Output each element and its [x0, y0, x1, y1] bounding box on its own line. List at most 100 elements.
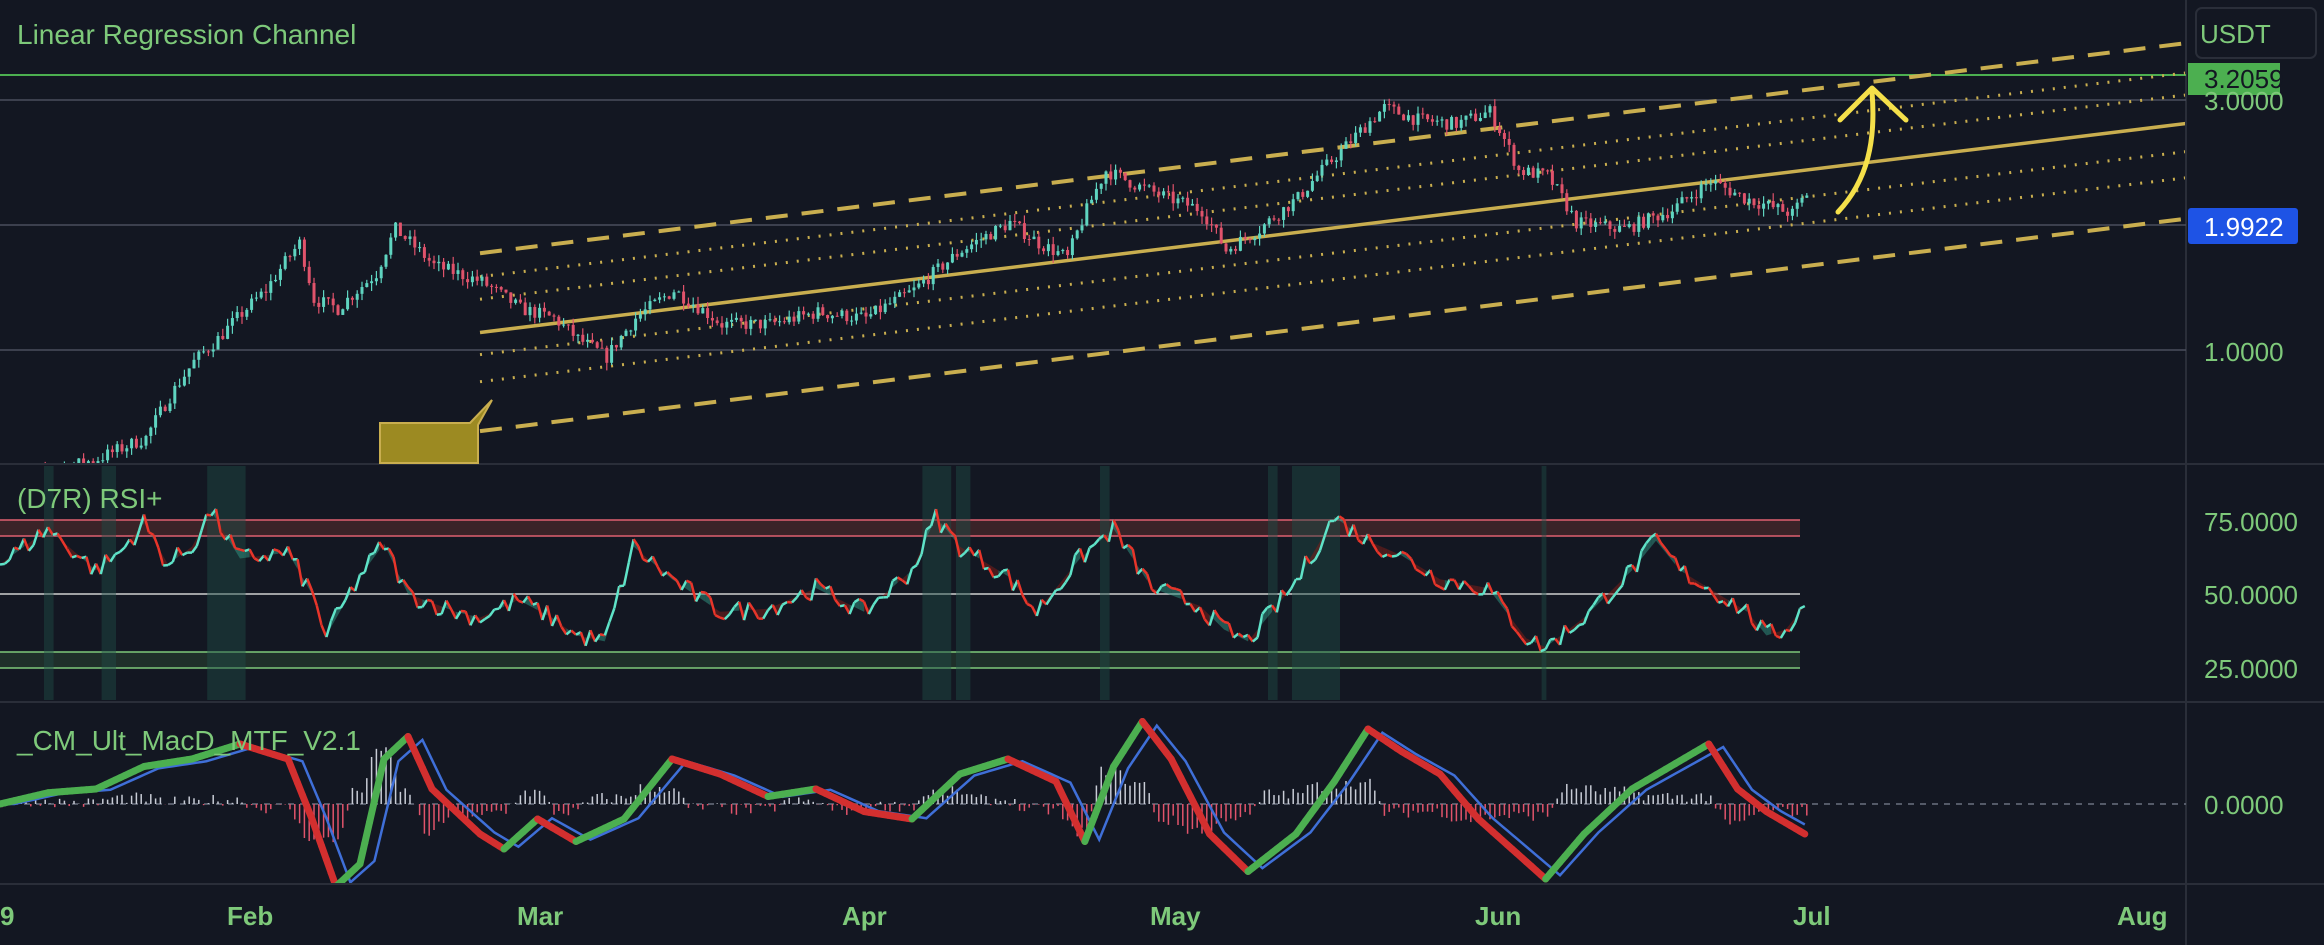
candle-body[interactable] — [312, 283, 316, 303]
candle-body[interactable] — [226, 325, 230, 339]
candle-body[interactable] — [514, 299, 518, 303]
candle-body[interactable] — [1238, 236, 1242, 251]
rsi-segment[interactable] — [273, 548, 279, 552]
candle-body[interactable] — [878, 305, 882, 313]
candle-body[interactable] — [1550, 170, 1554, 185]
candle-body[interactable] — [504, 289, 508, 293]
candle-body[interactable] — [1483, 112, 1487, 118]
candle-body[interactable] — [1584, 217, 1588, 219]
candle-body[interactable] — [1608, 221, 1612, 229]
candle-body[interactable] — [1253, 238, 1257, 241]
candle-body[interactable] — [566, 324, 570, 326]
candle-body[interactable] — [322, 297, 326, 307]
candle-body[interactable] — [1310, 181, 1314, 191]
candle-body[interactable] — [1435, 120, 1439, 122]
candle-body[interactable] — [288, 256, 292, 258]
candle-body[interactable] — [130, 438, 134, 449]
candle-body[interactable] — [984, 234, 988, 240]
candle-body[interactable] — [552, 315, 556, 317]
candle-body[interactable] — [1517, 165, 1521, 171]
candle-body[interactable] — [600, 347, 604, 349]
candle-body[interactable] — [624, 330, 628, 336]
candle-body[interactable] — [278, 268, 282, 280]
candle-body[interactable] — [1378, 111, 1382, 122]
candle-body[interactable] — [1421, 113, 1425, 115]
candle-body[interactable] — [1426, 114, 1430, 120]
candle-body[interactable] — [1766, 200, 1770, 204]
rsi-segment[interactable] — [1175, 587, 1182, 592]
candle-body[interactable] — [989, 234, 993, 240]
candle-body[interactable] — [1301, 192, 1305, 197]
rsi-segment[interactable] — [1578, 622, 1585, 627]
candle-body[interactable] — [125, 448, 129, 452]
candle-body[interactable] — [1488, 106, 1492, 113]
candle-body[interactable] — [163, 406, 167, 412]
candle-body[interactable] — [264, 291, 268, 293]
candle-body[interactable] — [1162, 191, 1166, 196]
candle-body[interactable] — [686, 303, 690, 307]
candle-body[interactable] — [739, 317, 743, 322]
candle-body[interactable] — [571, 324, 575, 336]
candle-body[interactable] — [360, 287, 364, 294]
candle-body[interactable] — [1166, 191, 1170, 193]
candle-body[interactable] — [1262, 224, 1266, 234]
candle-body[interactable] — [350, 297, 354, 300]
candle-body[interactable] — [797, 311, 801, 322]
rsi-segment[interactable] — [1170, 586, 1177, 591]
candle-body[interactable] — [586, 339, 590, 342]
candle-body[interactable] — [562, 324, 566, 326]
candle-body[interactable] — [1531, 167, 1535, 178]
candle-body[interactable] — [1570, 210, 1574, 212]
candle-body[interactable] — [830, 315, 834, 319]
candle-body[interactable] — [1234, 248, 1238, 251]
candle-body[interactable] — [787, 316, 791, 323]
candle-body[interactable] — [1670, 211, 1674, 219]
candle-body[interactable] — [1416, 113, 1420, 125]
candle-body[interactable] — [1680, 197, 1684, 204]
candle-body[interactable] — [1646, 213, 1650, 228]
candle-body[interactable] — [883, 303, 887, 313]
candle-body[interactable] — [1315, 175, 1319, 182]
candle-body[interactable] — [1541, 168, 1545, 171]
candle-body[interactable] — [1632, 224, 1636, 232]
candle-body[interactable] — [1277, 219, 1281, 221]
candle-body[interactable] — [869, 314, 873, 317]
rsi-segment[interactable] — [619, 584, 625, 588]
candle-body[interactable] — [331, 298, 335, 306]
candle-body[interactable] — [1627, 224, 1631, 227]
candle-body[interactable] — [1349, 141, 1353, 144]
candle-body[interactable] — [773, 319, 777, 323]
candle-body[interactable] — [1752, 198, 1756, 206]
candle-body[interactable] — [442, 261, 446, 270]
candle-body[interactable] — [1186, 197, 1190, 206]
candle-body[interactable] — [1104, 171, 1108, 184]
rsi-segment[interactable] — [1386, 553, 1393, 558]
rsi-segment[interactable] — [700, 590, 706, 594]
candle-body[interactable] — [1771, 200, 1775, 208]
candle-body[interactable] — [691, 304, 695, 307]
candle-body[interactable] — [283, 256, 287, 269]
rsi-segment[interactable] — [1223, 620, 1230, 625]
candle-body[interactable] — [1138, 184, 1142, 190]
candle-body[interactable] — [518, 299, 522, 303]
candle-body[interactable] — [451, 263, 455, 274]
candle-body[interactable] — [1579, 217, 1583, 229]
candle-body[interactable] — [610, 345, 614, 363]
candle-body[interactable] — [235, 312, 239, 319]
candle-body[interactable] — [758, 319, 762, 329]
candle-body[interactable] — [101, 460, 105, 462]
candle-body[interactable] — [970, 244, 974, 250]
candle-body[interactable] — [854, 313, 858, 321]
candle-body[interactable] — [926, 279, 930, 285]
candle-body[interactable] — [1738, 192, 1742, 194]
candle-body[interactable] — [1037, 236, 1041, 249]
candle-body[interactable] — [336, 305, 340, 315]
candle-body[interactable] — [240, 312, 244, 317]
candle-body[interactable] — [1560, 184, 1564, 194]
candle-body[interactable] — [1027, 239, 1031, 241]
candle-body[interactable] — [677, 291, 681, 293]
candle-body[interactable] — [744, 321, 748, 329]
candle-body[interactable] — [1795, 202, 1799, 209]
candle-body[interactable] — [1757, 205, 1761, 209]
rsi-segment[interactable] — [239, 548, 246, 553]
